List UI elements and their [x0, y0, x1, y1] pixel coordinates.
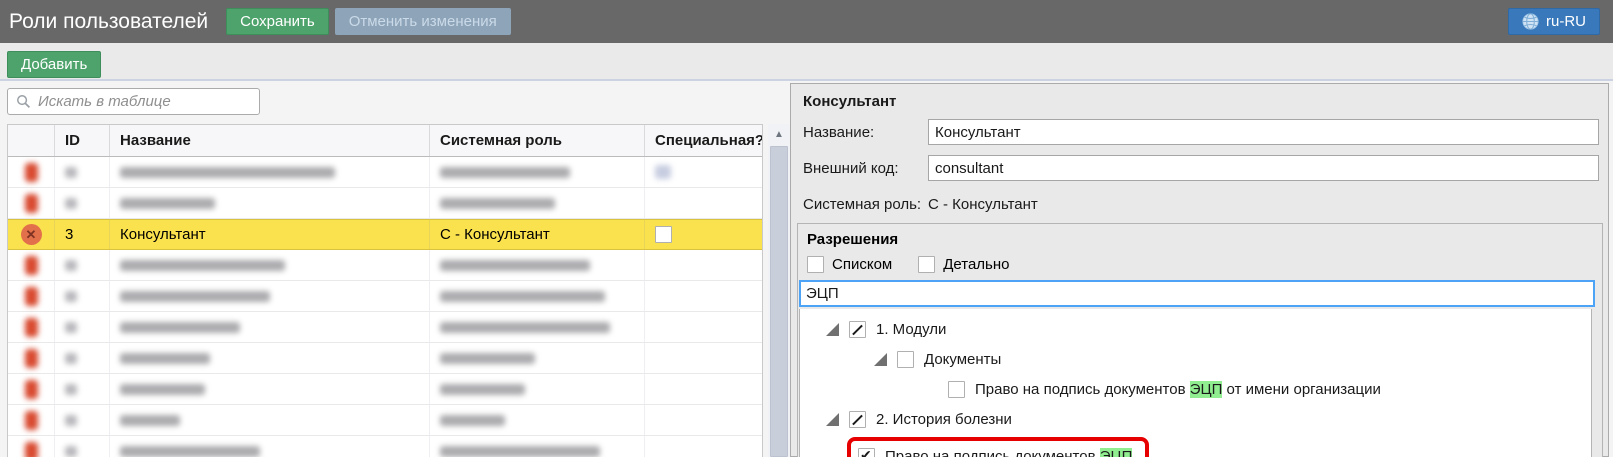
delete-icon[interactable] — [25, 318, 38, 337]
row-system-role: С - Консультант — [430, 220, 645, 249]
app-root: Роли пользователей Сохранить Отменить из… — [0, 0, 1613, 457]
delete-icon[interactable] — [25, 442, 38, 457]
locale-label: ru-RU — [1546, 13, 1586, 30]
list-view-label: Списком — [832, 256, 892, 273]
cancel-changes-button[interactable]: Отменить изменения — [335, 8, 511, 35]
tree-checkbox-unchecked[interactable] — [948, 381, 965, 398]
tree-node-label: Право на подпись документов ЭЦП — [885, 448, 1132, 457]
save-button[interactable]: Сохранить — [226, 8, 329, 35]
table-row[interactable] — [8, 312, 762, 343]
table-row[interactable] — [8, 188, 762, 219]
list-view-checkbox[interactable] — [807, 256, 824, 273]
table-row[interactable] — [8, 157, 762, 188]
tree-node-documents[interactable]: Документы — [800, 344, 1591, 374]
globe-icon — [1522, 13, 1539, 30]
tree-node-label: Документы — [924, 351, 1001, 368]
permissions-view-options: Списком Детально — [807, 256, 1009, 273]
search-icon — [16, 94, 31, 109]
tree-node-sign-org[interactable]: Право на подпись документов ЭЦП от имени… — [800, 374, 1591, 404]
external-code-input[interactable] — [928, 155, 1599, 181]
search-input[interactable] — [38, 93, 251, 110]
code-label: Внешний код: — [803, 160, 928, 177]
delete-icon[interactable]: ✕ — [21, 224, 42, 245]
system-role-value: С - Консультант — [928, 196, 1038, 213]
tree-checkbox-checked[interactable] — [858, 448, 875, 457]
collapse-triangle-icon[interactable] — [826, 413, 839, 426]
delete-icon[interactable] — [25, 256, 38, 275]
table-row[interactable] — [8, 436, 762, 457]
tree-node-modules[interactable]: 1. Модули — [800, 314, 1591, 344]
delete-icon[interactable] — [25, 349, 38, 368]
scrollbar-thumb[interactable] — [770, 146, 788, 457]
tree-checkbox-unchecked[interactable] — [897, 351, 914, 368]
tree-node-sign-ecp[interactable]: Право на подпись документов ЭЦП — [800, 434, 1591, 457]
column-header-actions — [8, 125, 55, 156]
permissions-tree: 1. Модули Документы Право на подпись док… — [799, 309, 1592, 457]
permissions-title: Разрешения — [807, 231, 1602, 248]
system-role-label: Системная роль: — [803, 196, 928, 213]
table-search[interactable] — [7, 88, 260, 115]
table-header-row: ID Название Системная роль Специальная? — [8, 125, 762, 157]
collapse-triangle-icon[interactable] — [874, 353, 887, 366]
search-match-highlight: ЭЦП — [1190, 381, 1223, 398]
tree-node-label: Право на подпись документов ЭЦП от имени… — [975, 381, 1381, 398]
detail-title: Консультант — [803, 93, 1608, 110]
table-row[interactable] — [8, 374, 762, 405]
locale-button[interactable]: ru-RU — [1508, 8, 1600, 35]
page-title: Роли пользователей — [9, 10, 208, 34]
scroll-up-arrow[interactable]: ▲ — [768, 124, 790, 144]
red-annotation-box: Право на подпись документов ЭЦП — [847, 437, 1149, 457]
delete-icon[interactable] — [25, 411, 38, 430]
delete-icon[interactable] — [25, 380, 38, 399]
tree-node-label: 2. История болезни — [876, 411, 1012, 428]
tree-checkbox-indeterminate[interactable] — [849, 321, 866, 338]
column-header-name[interactable]: Название — [110, 125, 430, 156]
detail-view-checkbox[interactable] — [918, 256, 935, 273]
tree-checkbox-indeterminate[interactable] — [849, 411, 866, 428]
delete-icon[interactable] — [25, 194, 38, 213]
name-label: Название: — [803, 124, 928, 141]
row-name: Консультант — [110, 220, 430, 249]
table-row[interactable] — [8, 250, 762, 281]
tree-node-label: 1. Модули — [876, 321, 946, 338]
system-role-row: Системная роль: С - Консультант — [803, 191, 1038, 217]
permissions-section: Разрешения Списком Детально 1. Модули — [797, 223, 1603, 457]
permissions-filter-input[interactable] — [799, 280, 1595, 307]
name-input[interactable] — [928, 119, 1599, 145]
tree-node-case-history[interactable]: 2. История болезни — [800, 404, 1591, 434]
role-detail-panel: Консультант Название: Внешний код: Систе… — [790, 83, 1609, 457]
roles-table: ID Название Системная роль Специальная? … — [7, 124, 763, 457]
toolbar: Добавить — [0, 43, 1613, 81]
collapse-triangle-icon[interactable] — [826, 323, 839, 336]
search-match-highlight: ЭЦП — [1100, 448, 1133, 457]
row-id: 3 — [55, 220, 110, 249]
delete-icon[interactable] — [25, 287, 38, 306]
special-checkbox[interactable] — [655, 226, 672, 243]
table-row[interactable] — [8, 281, 762, 312]
column-header-special[interactable]: Специальная? — [645, 125, 762, 156]
name-field-row: Название: — [803, 119, 1599, 145]
code-field-row: Внешний код: — [803, 155, 1599, 181]
table-row[interactable] — [8, 343, 762, 374]
column-header-system-role[interactable]: Системная роль — [430, 125, 645, 156]
detail-view-label: Детально — [943, 256, 1009, 273]
table-row[interactable] — [8, 405, 762, 436]
top-bar: Роли пользователей Сохранить Отменить из… — [0, 0, 1613, 43]
table-scrollbar[interactable]: ▲ — [768, 124, 790, 457]
delete-icon[interactable] — [25, 163, 38, 182]
column-header-id[interactable]: ID — [55, 125, 110, 156]
table-row-selected[interactable]: ✕ 3 Консультант С - Консультант — [8, 219, 762, 250]
add-button[interactable]: Добавить — [7, 51, 101, 78]
